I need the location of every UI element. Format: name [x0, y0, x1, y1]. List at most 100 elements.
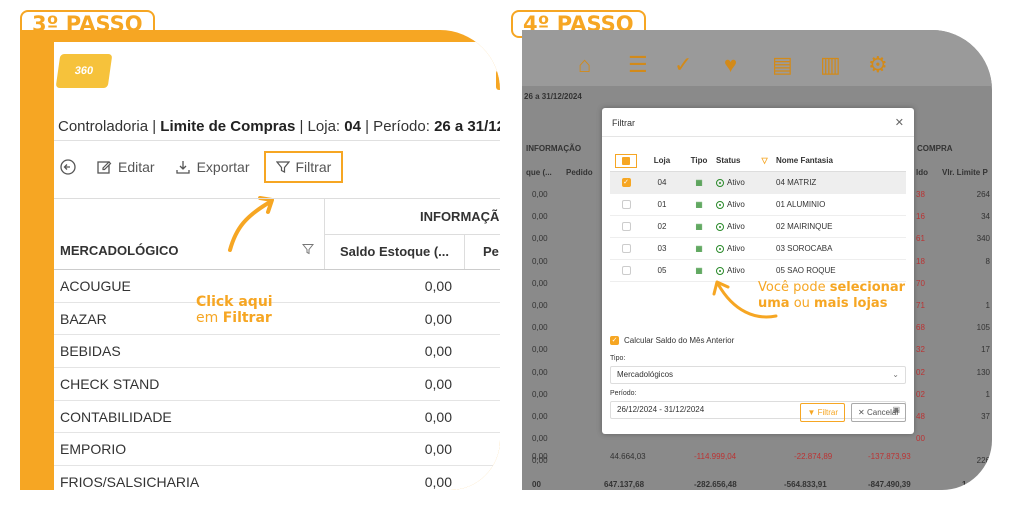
funnel-icon — [275, 161, 290, 173]
column-header-merc[interactable]: MERCADOLÓGICO — [60, 243, 178, 258]
filtrar-submit-button[interactable]: ▼ Filtrar — [800, 403, 846, 422]
bg-last-a: 0,00 — [532, 452, 548, 461]
calc-saldo-checkbox[interactable]: ✓ — [610, 336, 619, 345]
editar-button[interactable]: Editar — [96, 159, 155, 175]
header-status[interactable]: Status ▽ — [716, 156, 776, 165]
filtrar-button[interactable]: Filtrar — [263, 151, 344, 183]
bg-cell: 264 — [976, 190, 990, 199]
header-loja[interactable]: Loja — [642, 156, 682, 165]
table-row[interactable]: BEBIDAS 0,00 — [54, 335, 500, 369]
calc-saldo-option[interactable]: ✓ Calcular Saldo do Mês Anterior — [610, 336, 734, 345]
divider — [54, 140, 500, 141]
table-row[interactable]: EMPORIO 0,00 — [54, 433, 500, 467]
table-row[interactable]: CHECK STAND 0,00 — [54, 368, 500, 401]
store-row[interactable]: 03 ▦ Ativo 03 SOROCABA — [610, 238, 906, 260]
bg-cell: 0,00 — [532, 234, 548, 244]
column-header-saldo[interactable]: Saldo Estoque (... — [324, 235, 464, 269]
select-annotation: Você pode selecionar uma ou mais lojas — [758, 280, 905, 312]
breadcrumb-periodo: 26 a 31/12/202 — [434, 118, 500, 135]
select-annotation-d: ou — [789, 296, 815, 311]
bg-cell: 0,00 — [532, 323, 548, 333]
table-row[interactable]: FRIOS/SALSICHARIA 0,00 — [54, 466, 500, 490]
exportar-button[interactable]: Exportar — [175, 159, 250, 175]
check-circle-icon[interactable]: ✓ — [674, 52, 692, 78]
table-row[interactable]: CONTABILIDADE 0,00 — [54, 401, 500, 434]
status-filter-icon[interactable]: ▽ — [761, 156, 767, 165]
header-nome[interactable]: Nome Fantasia — [776, 156, 906, 165]
store-status: Ativo — [716, 266, 776, 275]
step4-panel: ⌂ ☰ ✓ ♥ ▤ ▥ ⚙ 26 a 31/12/2024 INFORMAÇÃO… — [522, 30, 992, 490]
modal-title: Filtrar — [612, 118, 635, 128]
store-status-label: Ativo — [727, 200, 745, 209]
store-status-label: Ativo — [727, 178, 745, 187]
tipo-select[interactable]: Mercadológicos ⌄ — [610, 366, 906, 384]
filtrar-submit-label: Filtrar — [817, 408, 839, 417]
breadcrumb-prefix: Controladoria | — [58, 118, 161, 135]
periodo-value: 26/12/2024 - 31/12/2024 — [617, 405, 705, 414]
row-name: CHECK STAND — [60, 375, 160, 392]
building-icon[interactable]: ▥ — [820, 52, 841, 78]
filter-modal: Filtrar ✕ Loja Tipo Status ▽ Nome Fantasi… — [602, 108, 914, 434]
bg-period: 26 a 31/12/2024 — [524, 92, 582, 101]
bg-cell: 68 — [916, 323, 925, 333]
store-row[interactable]: 02 ▦ Ativo 02 MAIRINQUE — [610, 216, 906, 238]
store-loja: 02 — [657, 222, 667, 231]
table-row[interactable]: ACOUGUE 0,00 — [54, 270, 500, 303]
store-checkbox[interactable] — [610, 200, 642, 209]
row-name: EMPORIO — [60, 441, 127, 458]
bg-last-e: -137.873,93 — [868, 452, 911, 461]
back-button[interactable] — [60, 159, 76, 175]
cancelar-button[interactable]: ✕ Cancelar — [851, 403, 906, 422]
funnel-icon: ▼ — [807, 408, 816, 417]
breadcrumb: Controladoria | Limite de Compras | Loja… — [58, 118, 500, 135]
bg-info-header: INFORMAÇÃO — [526, 144, 582, 153]
close-icon[interactable]: ✕ — [895, 116, 904, 129]
edit-icon — [97, 161, 112, 174]
store-nome: 05 SAO ROQUE — [776, 266, 836, 275]
store-checkbox[interactable] — [610, 222, 642, 231]
menu-icon[interactable] — [496, 70, 500, 90]
cancelar-label: Cancelar — [866, 408, 899, 417]
store-row[interactable]: ✓ 04 ▦ Ativo 04 MATRIZ — [610, 172, 906, 194]
tipo-value: Mercadológicos — [617, 370, 674, 379]
store-checkbox[interactable]: ✓ — [610, 178, 642, 187]
row-name: CONTABILIDADE — [60, 408, 172, 425]
store-nome: 02 MAIRINQUE — [776, 222, 833, 231]
row-value: 0,00 — [424, 441, 452, 458]
click-annotation-line2b: Filtrar — [222, 310, 272, 326]
store-status: Ativo — [716, 222, 776, 231]
store-status-label: Ativo — [727, 244, 745, 253]
store-row[interactable]: 01 ▦ Ativo 01 ALUMINIO — [610, 194, 906, 216]
heart-icon[interactable]: ♥ — [724, 52, 737, 78]
bg-cell: 0,00 — [532, 278, 548, 288]
home-icon[interactable]: ⌂ — [578, 52, 591, 78]
gear-icon[interactable]: ⚙ — [868, 52, 888, 78]
bg-cell: 17 — [981, 345, 990, 355]
table-row[interactable]: BAZAR 0,00 — [54, 303, 500, 336]
store-checkbox[interactable] — [610, 266, 642, 275]
bg-last-b: 44.664,03 — [610, 452, 646, 461]
breadcrumb-periodo-label: | Período: — [360, 118, 435, 135]
select-all-checkbox[interactable] — [610, 153, 642, 168]
row-name: FRIOS/SALSICHARIA — [60, 473, 200, 490]
status-dot-icon — [716, 178, 724, 187]
store-checkbox[interactable] — [610, 244, 642, 253]
chart-icon[interactable]: ▤ — [772, 52, 793, 78]
column-header-pe[interactable]: Pe — [464, 235, 500, 269]
bg-total-a: 00 — [532, 480, 541, 489]
bg-cell: 02 — [916, 367, 925, 377]
bg-cell: 130 — [976, 367, 990, 377]
column-filter-icon[interactable] — [302, 243, 314, 255]
row-value: 0,00 — [424, 343, 452, 360]
toolbar: Editar Exportar Filtrar — [60, 150, 344, 184]
list-icon[interactable]: ☰ — [628, 52, 648, 78]
bg-last-c: -114.999,04 — [694, 452, 737, 461]
select-annotation-e: mais lojas — [814, 296, 888, 311]
row-value: 0,00 — [424, 473, 452, 490]
select-annotation-c: uma — [758, 296, 790, 311]
bg-cell: 0,00 — [532, 301, 548, 310]
bg-cell: 37 — [981, 412, 990, 421]
header-tipo[interactable]: Tipo — [682, 156, 716, 165]
app-logo[interactable]: 360 — [55, 54, 113, 88]
group-header: INFORMAÇÃ — [324, 199, 500, 235]
